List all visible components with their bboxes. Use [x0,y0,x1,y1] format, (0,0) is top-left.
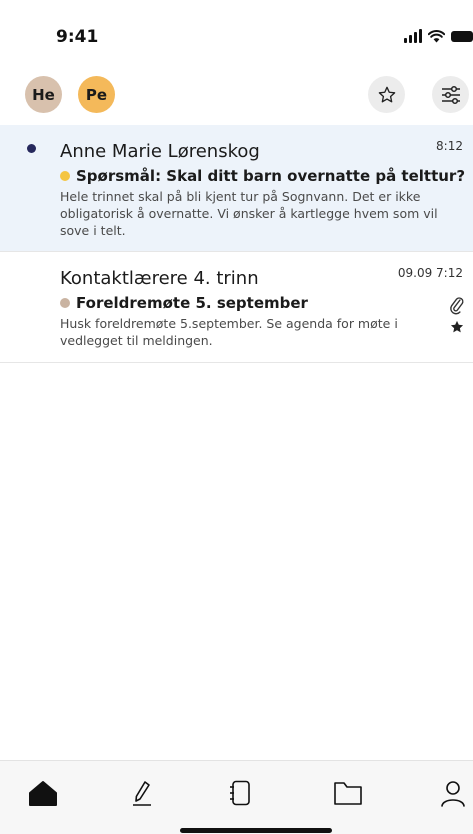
star-filled-icon [450,320,464,333]
message-subject-row: Foreldremøte 5. september [60,294,308,312]
wifi-icon [428,29,445,42]
message-time: 8:12 [436,139,463,153]
message-item[interactable]: Kontaktlærere 4. trinn 09.09 7:12 Foreld… [0,252,473,363]
tab-bar [0,760,473,834]
message-preview: Hele trinnet skal på bli kjent tur på So… [60,189,438,238]
tab-home[interactable] [27,777,59,809]
battery-icon [451,30,473,42]
status-time: 9:41 [56,27,99,47]
tab-contacts[interactable] [224,777,256,809]
favorites-button[interactable] [368,76,405,113]
header: He Pe [0,72,473,118]
star-icon [378,86,395,102]
paperclip-icon [450,297,464,315]
home-icon [29,781,57,806]
message-list: Anne Marie Lørenskog 8:12 Spørsmål: Skal… [0,125,473,363]
avatar-pe[interactable]: Pe [78,76,115,113]
filter-button[interactable] [432,76,469,113]
message-subject: Spørsmål: Skal ditt barn overnatte på te… [76,167,466,185]
tab-folders[interactable] [332,777,364,809]
cellular-signal-icon [404,29,422,43]
tab-write[interactable] [126,777,158,809]
message-subject-row: Spørsmål: Skal ditt barn overnatte på te… [60,167,465,185]
filter-icon [441,85,460,104]
category-dot [60,171,70,181]
message-sender: Anne Marie Lørenskog [60,141,260,162]
message-time: 09.09 7:12 [397,266,463,280]
status-bar: 9:41 [0,0,473,60]
home-indicator [180,828,332,833]
pencil-icon [133,781,151,806]
message-sender: Kontaktlærere 4. trinn [60,268,259,289]
message-preview: Husk foreldremøte 5.september. Se agenda… [60,316,398,348]
unread-indicator [27,144,36,153]
message-subject: Foreldremøte 5. september [76,294,308,312]
message-item[interactable]: Anne Marie Lørenskog 8:12 Spørsmål: Skal… [0,125,473,252]
notebook-icon [230,780,250,806]
status-icons [404,28,473,44]
person-icon [441,781,465,807]
avatar-he[interactable]: He [25,76,62,113]
folder-icon [334,782,362,805]
category-dot [60,298,70,308]
tab-profile[interactable] [437,777,469,809]
